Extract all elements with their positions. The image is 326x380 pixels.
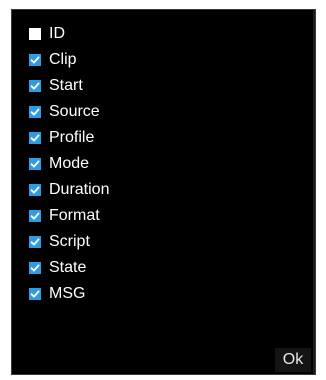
- column-option-clip[interactable]: Clip: [29, 47, 109, 73]
- column-option-state[interactable]: State: [29, 255, 109, 281]
- checkmark-icon: [30, 160, 40, 168]
- column-label: Mode: [49, 155, 90, 172]
- column-option-profile[interactable]: Profile: [29, 125, 109, 151]
- checkmark-icon: [30, 82, 40, 90]
- column-visibility-panel: ID Clip Start Source Profile Mode Durati…: [11, 9, 316, 375]
- checkbox[interactable]: [29, 28, 41, 40]
- checkbox[interactable]: [29, 288, 41, 300]
- panel-edge: [313, 10, 315, 374]
- column-option-mode[interactable]: Mode: [29, 151, 109, 177]
- checkmark-icon: [30, 108, 40, 116]
- column-label: Script: [49, 233, 90, 250]
- column-option-source[interactable]: Source: [29, 99, 109, 125]
- checkmark-icon: [30, 186, 40, 194]
- column-label: Clip: [49, 51, 77, 68]
- column-label: State: [49, 259, 87, 276]
- column-label: Source: [49, 103, 100, 120]
- column-option-id[interactable]: ID: [29, 21, 109, 47]
- ok-button[interactable]: Ok: [275, 348, 311, 372]
- column-option-script[interactable]: Script: [29, 229, 109, 255]
- checkbox[interactable]: [29, 106, 41, 118]
- checkbox[interactable]: [29, 184, 41, 196]
- checkmark-icon: [30, 134, 40, 142]
- checkmark-icon: [30, 212, 40, 220]
- column-option-msg[interactable]: MSG: [29, 281, 109, 307]
- column-label: ID: [49, 25, 65, 42]
- checkbox[interactable]: [29, 262, 41, 274]
- column-label: Duration: [49, 181, 110, 198]
- checkbox[interactable]: [29, 80, 41, 92]
- checkbox[interactable]: [29, 210, 41, 222]
- checkmark-icon: [30, 290, 40, 298]
- column-label: Start: [49, 77, 83, 94]
- column-label: MSG: [49, 285, 86, 302]
- column-label: Profile: [49, 129, 95, 146]
- column-option-duration[interactable]: Duration: [29, 177, 109, 203]
- checkmark-icon: [30, 264, 40, 272]
- checkmark-icon: [30, 56, 40, 64]
- checkbox[interactable]: [29, 158, 41, 170]
- checkbox[interactable]: [29, 54, 41, 66]
- checkbox[interactable]: [29, 132, 41, 144]
- column-label: Format: [49, 207, 100, 224]
- column-option-format[interactable]: Format: [29, 203, 109, 229]
- column-option-start[interactable]: Start: [29, 73, 109, 99]
- checkbox[interactable]: [29, 236, 41, 248]
- checkmark-icon: [30, 238, 40, 246]
- column-checkbox-list: ID Clip Start Source Profile Mode Durati…: [29, 21, 109, 307]
